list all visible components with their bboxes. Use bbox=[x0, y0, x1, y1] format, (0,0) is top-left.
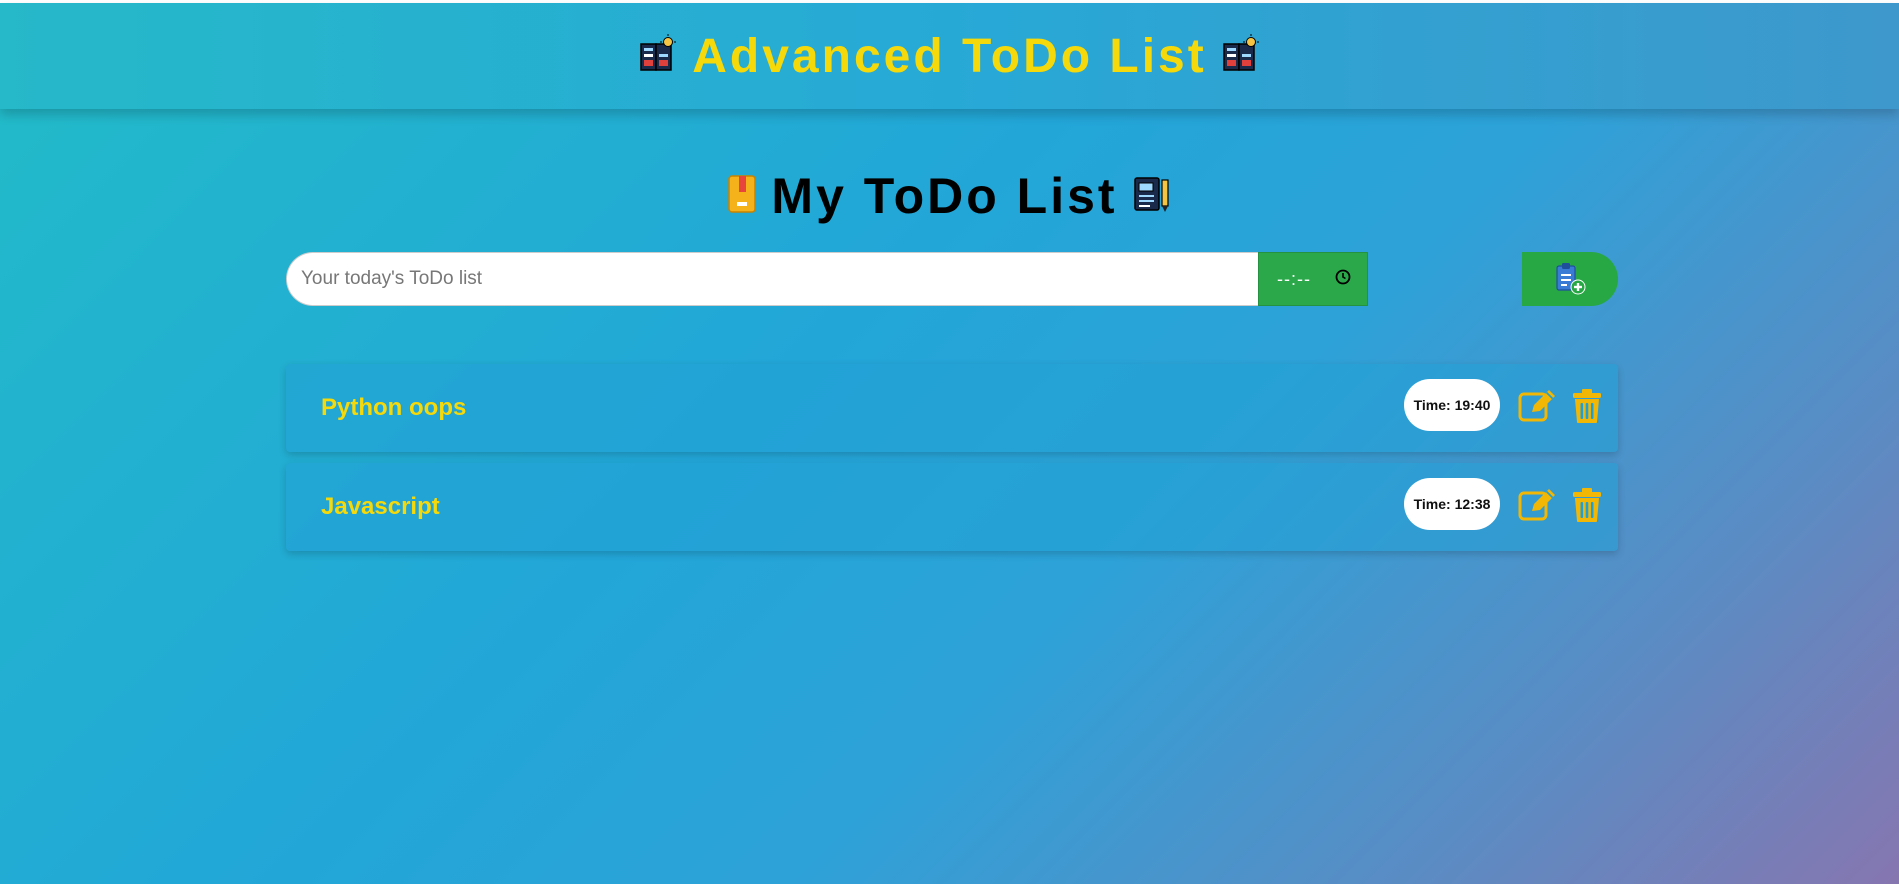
add-todo-button[interactable] bbox=[1522, 252, 1618, 306]
todo-item-name: Javascript bbox=[321, 493, 440, 520]
edit-icon bbox=[1518, 390, 1556, 427]
todo-item: Python oops Time: 19:40 bbox=[286, 364, 1618, 452]
todo-time-badge: Time: 19:40 bbox=[1404, 379, 1500, 431]
main-heading-row: My ToDo List bbox=[0, 166, 1899, 226]
time-input[interactable]: --:-- bbox=[1258, 252, 1368, 306]
notebook-lightbulb-icon bbox=[1221, 33, 1261, 79]
trash-icon bbox=[1572, 488, 1602, 526]
delete-button[interactable] bbox=[1572, 388, 1602, 427]
trash-icon bbox=[1572, 389, 1602, 427]
notebook-lightbulb-icon bbox=[638, 33, 678, 79]
page-title: My ToDo List bbox=[771, 168, 1118, 224]
edit-button[interactable] bbox=[1518, 487, 1556, 526]
notebook-pen-icon bbox=[1132, 174, 1172, 219]
book-icon bbox=[727, 174, 757, 219]
app-header: Advanced ToDo List bbox=[0, 3, 1899, 109]
clock-icon[interactable] bbox=[1335, 269, 1351, 290]
todo-list: Python oops Time: 19:40 Javascript Time:… bbox=[286, 364, 1618, 562]
time-input-value: --:-- bbox=[1277, 268, 1311, 289]
edit-icon bbox=[1518, 489, 1556, 526]
todo-item: Javascript Time: 12:38 bbox=[286, 463, 1618, 551]
todo-time-badge: Time: 12:38 bbox=[1404, 478, 1500, 530]
todo-item-name: Python oops bbox=[321, 394, 467, 421]
app-title: Advanced ToDo List bbox=[692, 29, 1207, 83]
delete-button[interactable] bbox=[1572, 487, 1602, 526]
edit-button[interactable] bbox=[1518, 388, 1556, 427]
add-todo-form: --:-- bbox=[286, 252, 1618, 306]
clipboard-add-icon bbox=[1552, 260, 1588, 299]
todo-text-input[interactable] bbox=[286, 252, 1258, 306]
